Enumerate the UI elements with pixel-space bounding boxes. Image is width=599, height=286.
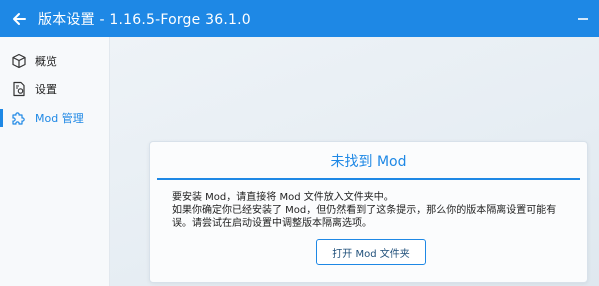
title-bar: 版本设置 - 1.16.5-Forge 36.1.0 — [0, 0, 599, 37]
message-line-1: 要安装 Mod，请直接将 Mod 文件放入文件夹中。 — [172, 192, 394, 203]
sidebar-item-settings[interactable]: 设置 — [0, 75, 110, 103]
sidebar-item-label: 概览 — [35, 55, 57, 68]
card-divider — [157, 178, 580, 180]
message-line-2: 如果你确定你已经安装了 Mod，但仍然看到了这条提示，那么你的版本隔离设置可能有… — [172, 205, 557, 229]
cube-icon — [11, 53, 27, 69]
empty-mods-card: 未找到 Mod 要安装 Mod，请直接将 Mod 文件放入文件夹中。 如果你确定… — [149, 141, 588, 283]
open-mod-folder-button[interactable]: 打开 Mod 文件夹 — [316, 239, 426, 265]
back-button[interactable] — [0, 0, 38, 37]
puzzle-icon — [11, 110, 27, 126]
sidebar-item-label: 设置 — [35, 83, 57, 96]
minimize-button[interactable] — [577, 0, 589, 37]
sidebar-item-mod-management[interactable]: Mod 管理 — [0, 104, 110, 132]
window-title: 版本设置 - 1.16.5-Forge 36.1.0 — [38, 11, 251, 28]
sidebar-item-overview[interactable]: 概览 — [0, 47, 110, 75]
card-message: 要安装 Mod，请直接将 Mod 文件放入文件夹中。 如果你确定你已经安装了 M… — [172, 191, 572, 230]
settings-file-icon — [11, 81, 27, 97]
minimize-icon — [578, 17, 588, 20]
card-title: 未找到 Mod — [330, 154, 407, 170]
arrow-left-icon — [13, 12, 26, 25]
sidebar: 概览 设置 Mod 管理 — [0, 37, 110, 286]
sidebar-item-label: Mod 管理 — [35, 112, 84, 125]
